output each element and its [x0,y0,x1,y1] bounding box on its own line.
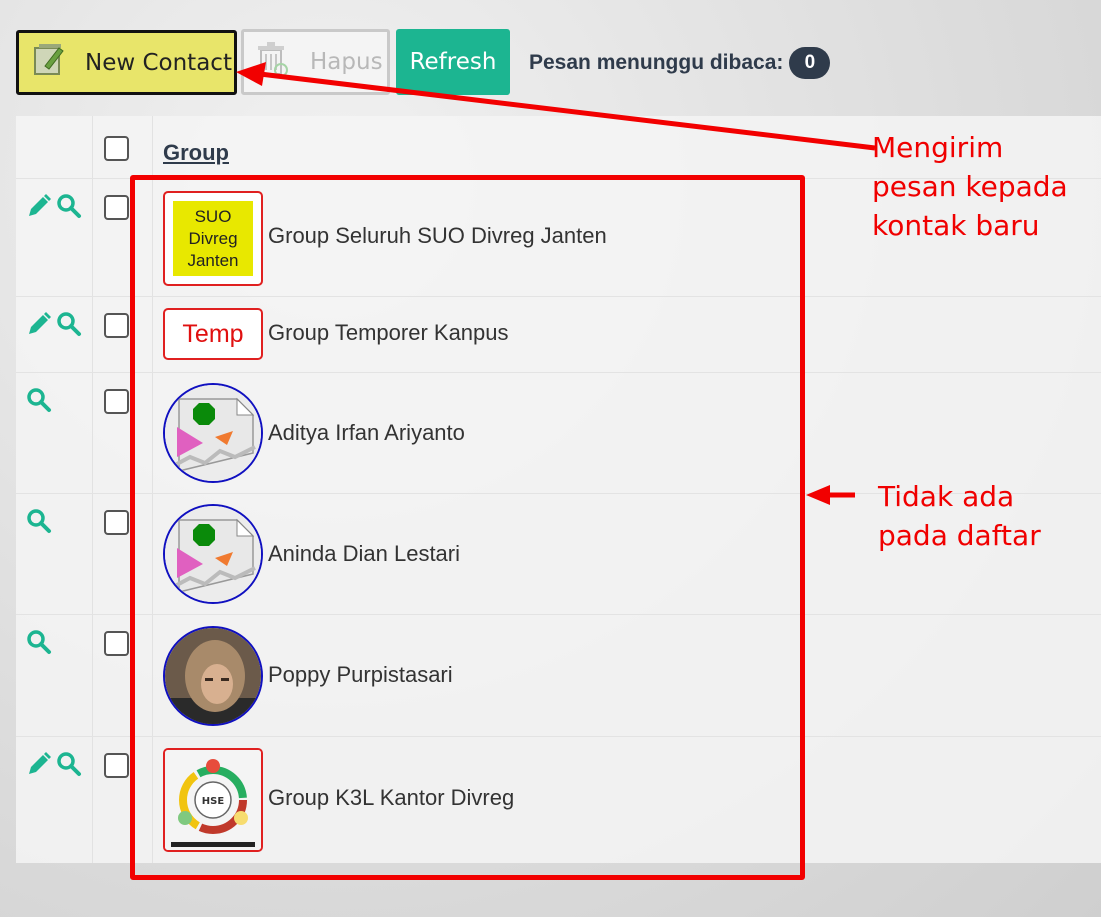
hapus-button[interactable]: Hapus [241,29,390,95]
row-actions [26,629,52,660]
group-column-header[interactable]: Group [163,140,229,166]
row-checkbox[interactable] [104,389,129,414]
search-icon[interactable] [56,193,82,224]
new-contact-button[interactable]: New Contact [16,30,237,95]
annotation-highlight-box [130,175,805,880]
edit-icon[interactable] [26,751,52,782]
row-actions [26,311,82,342]
row-checkbox[interactable] [104,753,129,778]
edit-icon[interactable] [26,193,52,224]
pending-count-badge: 0 [789,47,831,79]
search-icon[interactable] [26,387,52,418]
search-icon[interactable] [26,508,52,539]
search-icon[interactable] [56,751,82,782]
pending-messages: Pesan menunggu dibaca: 0 [529,47,831,79]
refresh-label: Refresh [409,49,497,75]
row-actions [26,751,82,782]
row-actions [26,193,82,224]
edit-icon[interactable] [26,311,52,342]
annotation-new-contact-note: Mengirim pesan kepada kontak baru [872,131,1068,242]
new-contact-label: New Contact [85,49,232,76]
select-all-checkbox[interactable] [104,136,129,161]
search-icon[interactable] [26,629,52,660]
row-checkbox[interactable] [104,313,129,338]
hapus-label: Hapus [310,49,383,75]
row-actions [26,387,52,418]
row-checkbox[interactable] [104,631,129,656]
new-contact-icon [31,42,67,84]
row-checkbox[interactable] [104,195,129,220]
search-icon[interactable] [56,311,82,342]
pending-label: Pesan menunggu dibaca: [529,51,784,74]
toolbar: New Contact Hapus Refresh Pesan menunggu… [0,0,1101,110]
refresh-button[interactable]: Refresh [396,29,510,95]
row-actions [26,508,52,539]
annotation-list-note: Tidak ada pada daftar [878,480,1041,552]
row-checkbox[interactable] [104,510,129,535]
trash-icon [256,40,288,84]
